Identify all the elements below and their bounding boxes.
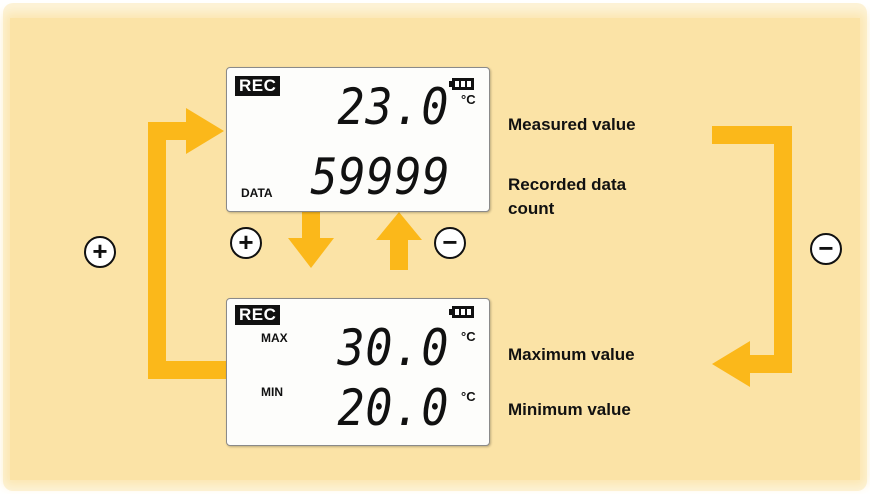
left-loop-arrow: [148, 108, 226, 379]
bottom-lcd-display: REC MAX 30.0 °C MIN 20.0 °C: [226, 298, 490, 446]
data-count-readout: 59999: [311, 148, 451, 206]
plus-button-left[interactable]: +: [84, 236, 116, 268]
plus-icon: +: [238, 227, 254, 257]
max-value-readout: 30.0: [337, 319, 449, 377]
recorded-count-label-line2: count: [508, 199, 555, 218]
up-arrow: [376, 212, 422, 270]
plus-button[interactable]: +: [230, 227, 262, 259]
measured-unit: °C: [461, 92, 476, 107]
battery-icon: [449, 306, 474, 318]
top-lcd-display: REC 23.0 °C DATA 59999: [226, 67, 490, 212]
minimum-value-label: Minimum value: [508, 400, 631, 419]
min-unit: °C: [461, 389, 476, 404]
measured-value-label: Measured value: [508, 115, 636, 134]
minus-button[interactable]: −: [434, 227, 466, 259]
minus-icon: −: [442, 227, 458, 257]
minus-icon: −: [818, 233, 834, 263]
max-label: MAX: [261, 331, 288, 345]
rec-indicator: REC: [235, 305, 281, 325]
min-value-readout: 20.0: [337, 379, 449, 437]
battery-icon: [449, 78, 474, 90]
down-arrow: [288, 212, 334, 268]
rec-indicator: REC: [235, 76, 281, 96]
measured-value-readout: 23.0: [337, 78, 449, 136]
data-label: DATA: [241, 186, 273, 200]
max-unit: °C: [461, 329, 476, 344]
right-loop-arrow: [712, 126, 792, 387]
plus-icon: +: [92, 236, 108, 266]
maximum-value-label: Maximum value: [508, 345, 635, 364]
min-label: MIN: [261, 385, 283, 399]
recorded-count-label-line1: Recorded data: [508, 175, 627, 194]
minus-button-right[interactable]: −: [810, 233, 842, 265]
